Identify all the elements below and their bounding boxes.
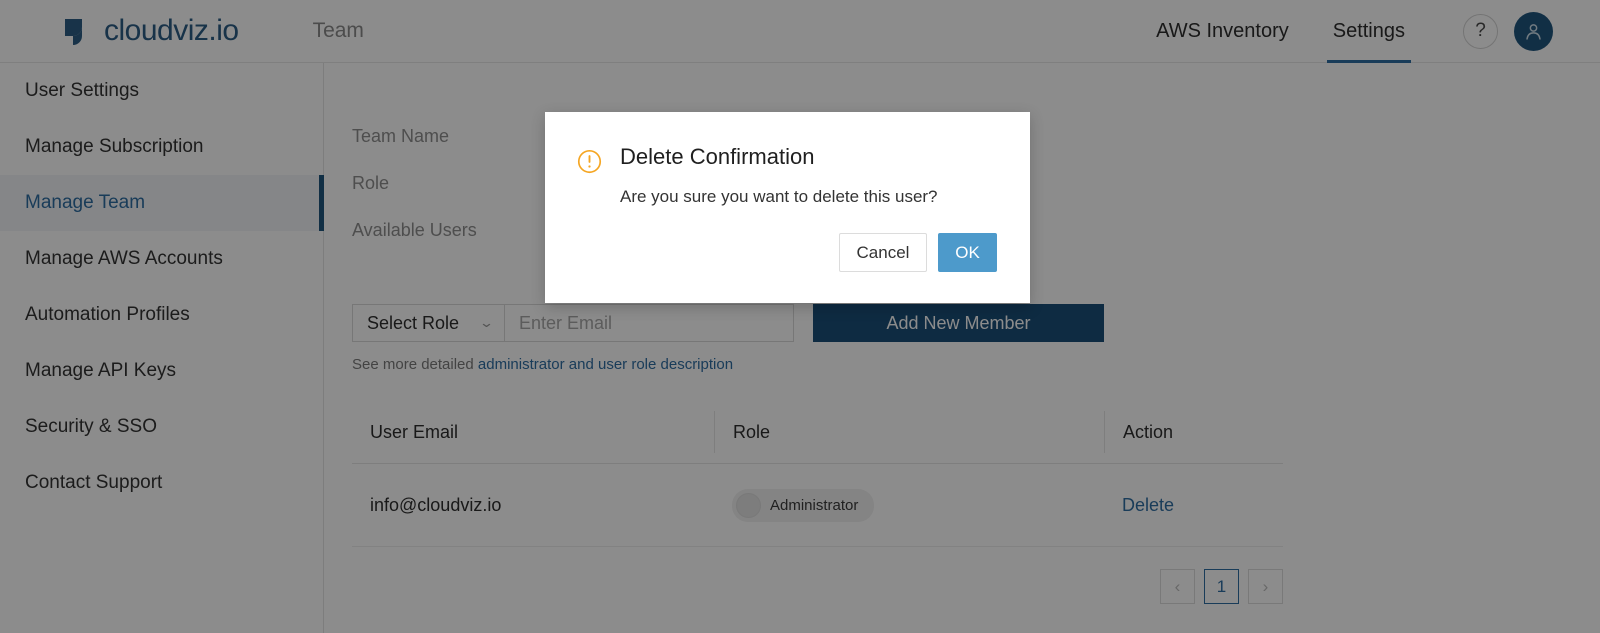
delete-confirmation-modal: Delete Confirmation Are you sure you wan… — [545, 112, 1030, 303]
cancel-button[interactable]: Cancel — [839, 233, 927, 272]
app-root: cloudviz.io Team AWS Inventory Settings … — [0, 0, 1600, 633]
modal-actions: Cancel OK — [577, 233, 997, 272]
modal-title: Delete Confirmation — [620, 144, 815, 169]
modal-message: Are you sure you want to delete this use… — [620, 187, 938, 206]
modal-text-block: Delete Confirmation Are you sure you wan… — [620, 146, 938, 207]
ok-button[interactable]: OK — [938, 233, 997, 272]
modal-header: Delete Confirmation Are you sure you wan… — [577, 146, 993, 207]
warning-circle-icon — [577, 149, 602, 174]
modal-overlay[interactable] — [0, 0, 1600, 633]
